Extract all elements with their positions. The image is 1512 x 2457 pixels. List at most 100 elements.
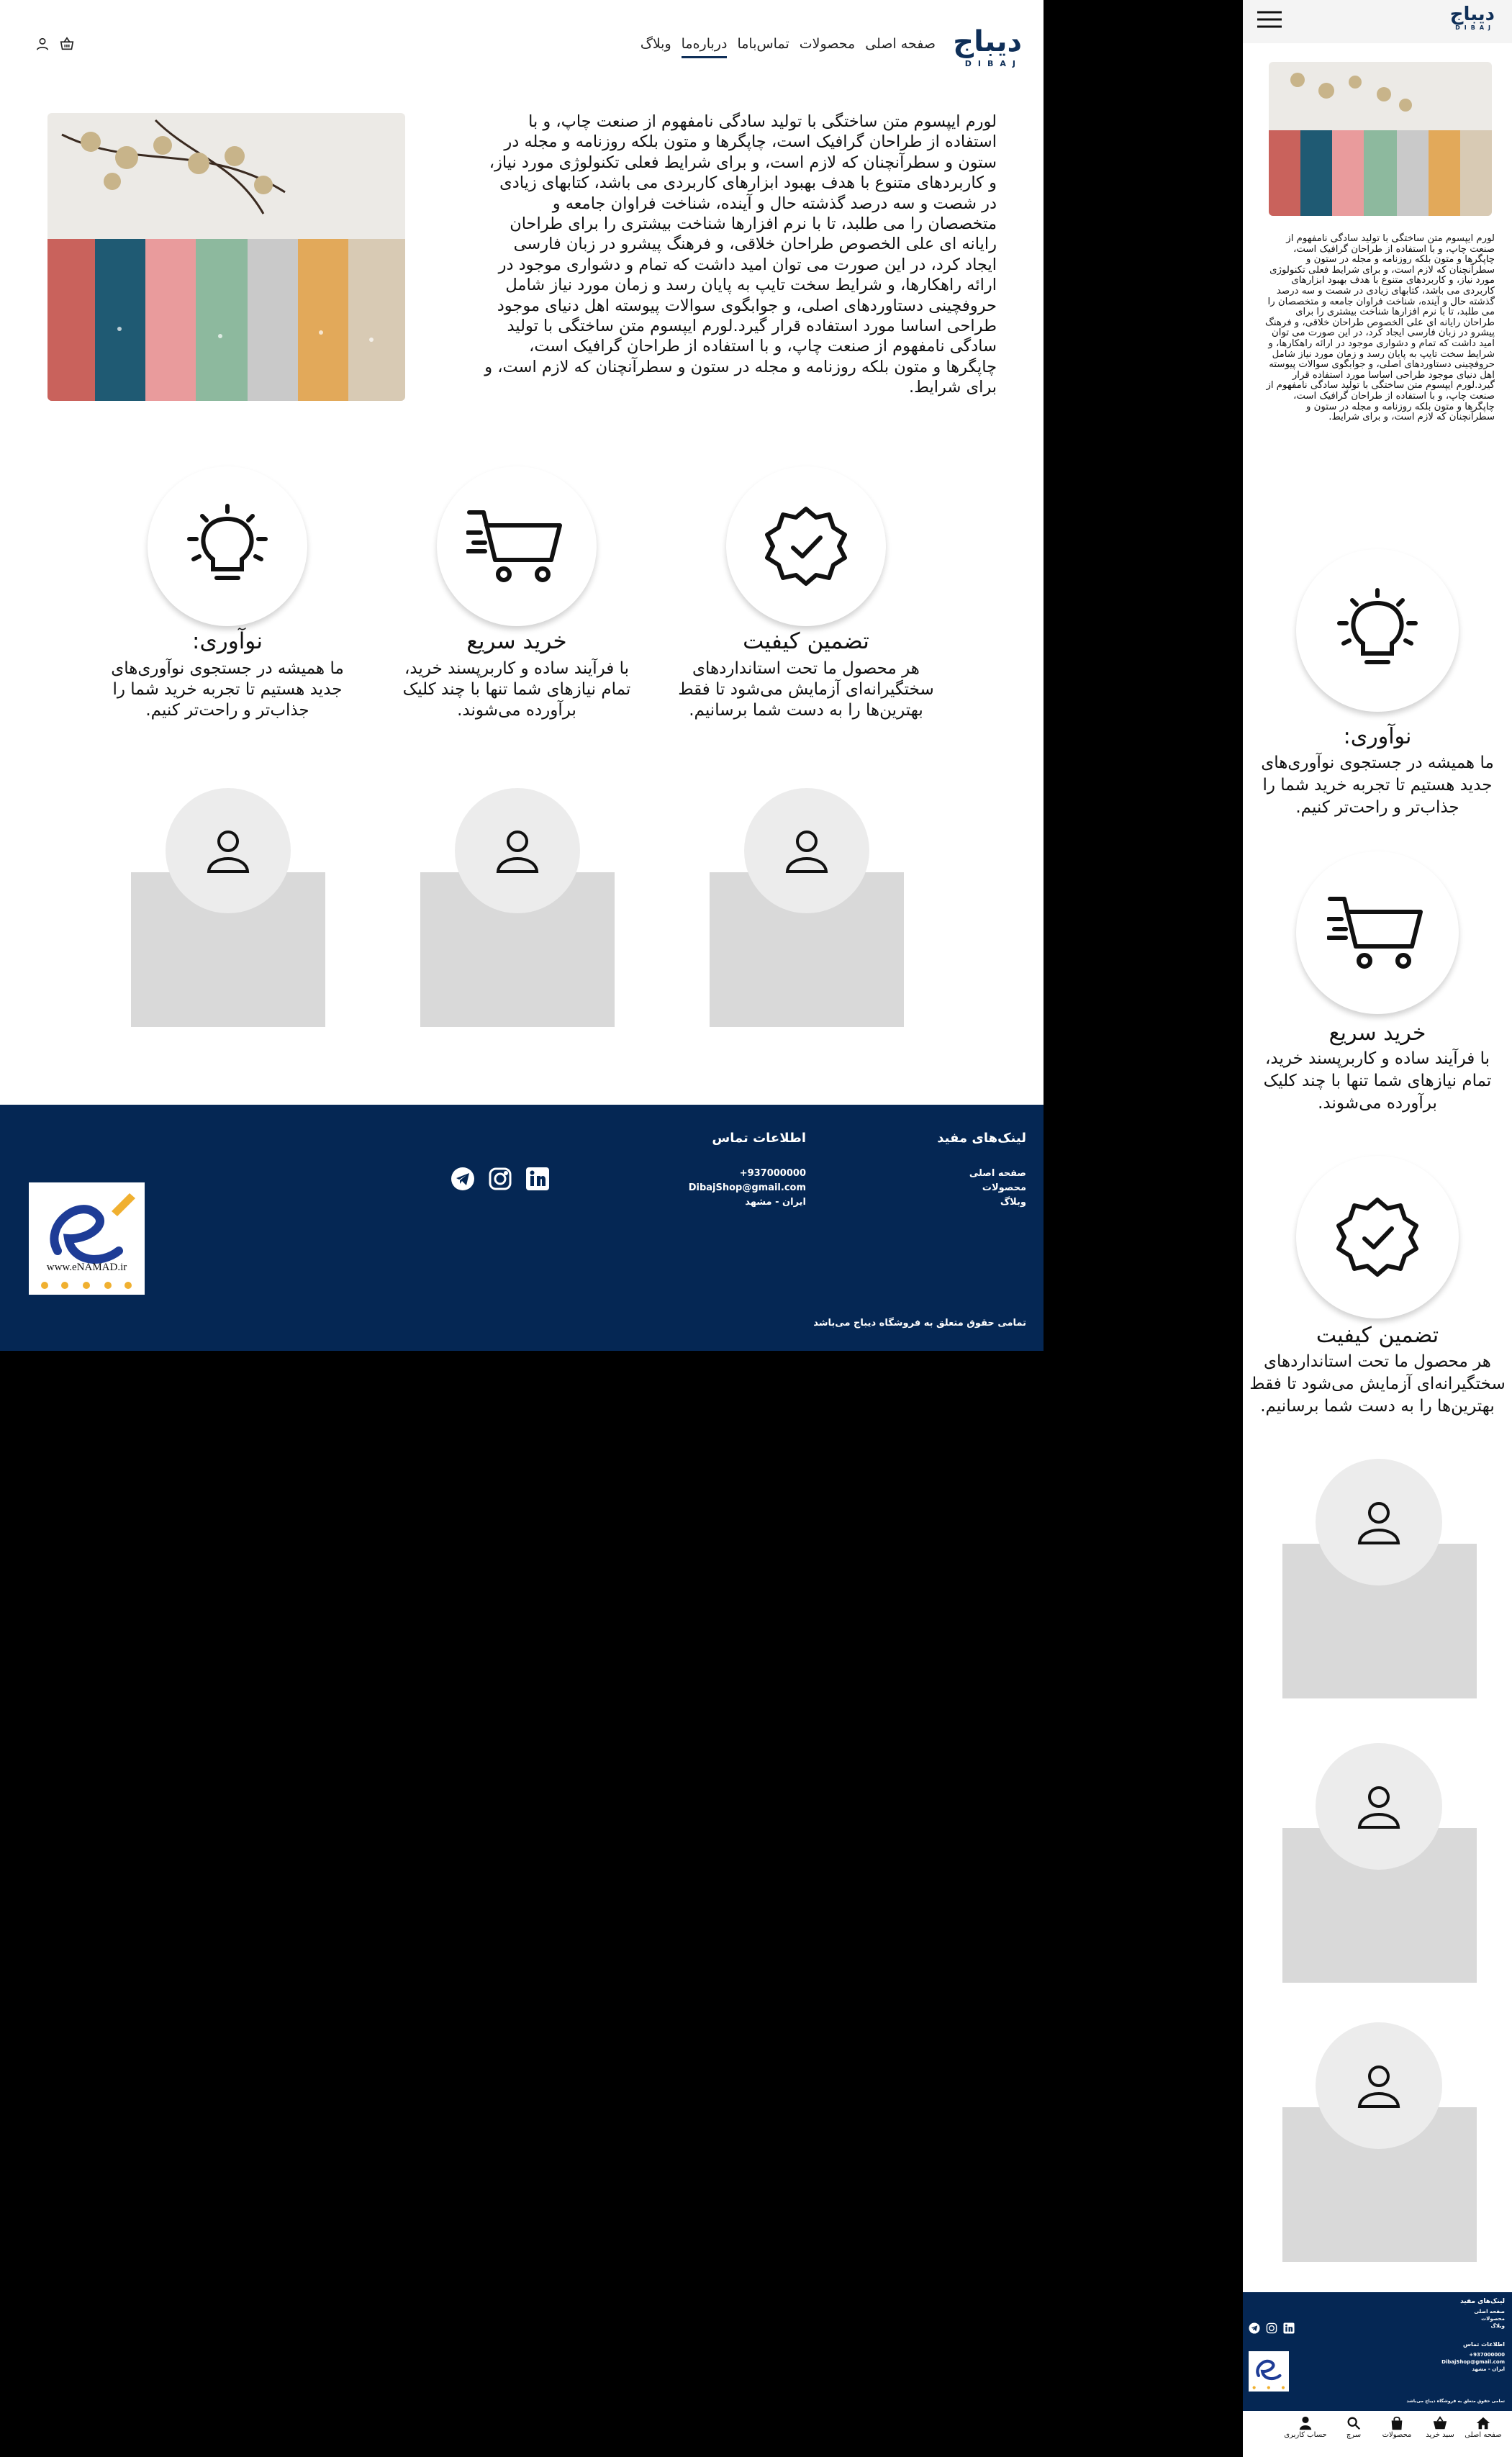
feature-innovation-circle bbox=[148, 466, 307, 626]
footer-link-home[interactable]: صفحه اصلی bbox=[969, 1167, 1026, 1181]
mobile-footer-email[interactable]: DibajShop@gmail.com bbox=[1441, 2358, 1505, 2366]
bottom-nav-search-label: سرچ bbox=[1346, 2431, 1362, 2439]
cart-icon bbox=[1327, 893, 1428, 972]
feature-fast-circle bbox=[437, 466, 597, 626]
person-icon bbox=[782, 825, 832, 876]
person-icon bbox=[1354, 1497, 1404, 1547]
feature-innovation-desc: ما همیشه در جستجوی نوآوری‌های جدید هستیم… bbox=[111, 659, 344, 720]
nav-item-contact[interactable]: تماس‌باما bbox=[737, 36, 789, 58]
feature-quality-title: تضمین کیفیت bbox=[743, 628, 869, 654]
mobile-enamad-logo[interactable] bbox=[1249, 2351, 1289, 2392]
cart-icon bbox=[466, 507, 567, 586]
mobile-page: دیباج DIBAJ لورم ایپسوم متن ساختگی با تو… bbox=[1243, 0, 1512, 2457]
mobile-footer-contact-title: اطلاعات تماس bbox=[1462, 2341, 1505, 2348]
nav-item-home[interactable]: صفحه اصلی bbox=[865, 36, 936, 58]
bottom-nav-cart[interactable]: سبد خرید bbox=[1418, 2415, 1462, 2439]
linkedin-icon[interactable] bbox=[525, 1167, 550, 1191]
mobile-copyright: تمامی حقوق متعلق به فروشگاه دیباج می‌باش… bbox=[1406, 2399, 1505, 2404]
lightbulb-icon bbox=[1331, 587, 1424, 674]
mobile-feature-innovation-circle bbox=[1296, 549, 1459, 712]
enamad-text: www.eNAMAD.ir bbox=[46, 1262, 127, 1273]
quality-badge-icon bbox=[763, 503, 849, 589]
footer-links-title: لینک‌های مفید bbox=[937, 1131, 1026, 1146]
mobile-footer-phone[interactable]: +937000000 bbox=[1441, 2351, 1505, 2358]
telegram-icon[interactable] bbox=[451, 1167, 475, 1191]
bottom-nav-cart-label: سبد خرید bbox=[1426, 2431, 1454, 2439]
feature-fast-desc: با فرآیند ساده و کاربرپسند خرید، تمام نی… bbox=[402, 659, 631, 720]
mobile-footer-links: صفحه اصلی محصولات وبلاگ bbox=[1474, 2308, 1505, 2330]
footer-link-products[interactable]: محصولات bbox=[969, 1181, 1026, 1195]
mobile-footer-address: ایران - مشهد bbox=[1472, 2366, 1505, 2372]
desktop-header: دیباج DIBAJ صفحه اصلی محصولات تماس‌باما … bbox=[0, 16, 1044, 68]
instagram-icon[interactable] bbox=[488, 1167, 512, 1191]
mobile-bottom-nav: صفحه اصلی سبد خرید محصولات سرچ حساب کارب… bbox=[1243, 2411, 1512, 2457]
bottom-nav-home[interactable]: صفحه اصلی bbox=[1462, 2415, 1505, 2439]
mobile-brand-logo[interactable]: دیباج DIBAJ bbox=[1450, 4, 1495, 31]
bottom-nav-products-label: محصولات bbox=[1382, 2431, 1412, 2439]
footer-phone[interactable]: +937000000 bbox=[689, 1167, 806, 1181]
bottom-nav-search[interactable]: سرچ bbox=[1332, 2415, 1375, 2439]
mobile-brand-fa: دیباج bbox=[1449, 4, 1495, 25]
bottom-nav-account[interactable]: حساب کاربری bbox=[1280, 2415, 1331, 2439]
copyright: تمامی حقوق متعلق به فروشگاه دیباج می‌باش… bbox=[813, 1318, 1026, 1329]
person-icon bbox=[492, 825, 543, 876]
mobile-feature-quality-desc: هر محصول ما تحت استانداردهای سختگیرانه‌ا… bbox=[1249, 1352, 1506, 1416]
mobile-footer-contact: +937000000 DibajShop@gmail.com ایران - م… bbox=[1441, 2351, 1505, 2373]
footer-contact-title: اطلاعات تماس bbox=[712, 1131, 806, 1146]
basket-icon[interactable] bbox=[59, 36, 75, 52]
mobile-footer: لینک‌های مفید صفحه اصلی محصولات وبلاگ اط… bbox=[1243, 2292, 1512, 2411]
person-icon bbox=[1354, 2060, 1404, 2111]
desktop-footer: لینک‌های مفید صفحه اصلی محصولات وبلاگ اط… bbox=[0, 1105, 1044, 1351]
mobile-footer-links-title: لینک‌های مفید bbox=[1460, 2298, 1505, 2305]
mobile-footer-link-blog[interactable]: وبلاگ bbox=[1474, 2322, 1505, 2330]
nav-item-blog[interactable]: وبلاگ bbox=[640, 36, 671, 58]
desktop-page: دیباج DIBAJ صفحه اصلی محصولات تماس‌باما … bbox=[0, 0, 1044, 1351]
mobile-feature-innovation-title: نوآوری: bbox=[1343, 724, 1412, 749]
mobile-brand-en: DIBAJ bbox=[1455, 24, 1495, 31]
brand-name-fa: دیباج bbox=[953, 25, 1022, 58]
nav-item-about[interactable]: درباره‌ما bbox=[681, 36, 728, 58]
telegram-icon[interactable] bbox=[1249, 2322, 1260, 2334]
nav-item-products[interactable]: محصولات bbox=[800, 36, 855, 58]
instagram-icon[interactable] bbox=[1266, 2322, 1277, 2334]
enamad-logo[interactable]: www.eNAMAD.ir bbox=[29, 1182, 145, 1295]
footer-link-blog[interactable]: وبلاگ bbox=[969, 1195, 1026, 1210]
footer-address: ایران - مشهد bbox=[745, 1197, 806, 1208]
feature-quality-desc: هر محصول ما تحت استانداردهای سختگیرانه‌ا… bbox=[678, 659, 934, 720]
mobile-feature-fast-circle bbox=[1296, 851, 1459, 1014]
header-actions bbox=[35, 36, 75, 52]
person-icon bbox=[203, 825, 253, 876]
team-avatar bbox=[166, 788, 291, 913]
brand-logo[interactable]: دیباج DIBAJ bbox=[953, 27, 1022, 68]
about-text: لورم ایپسوم متن ساختگی با تولید سادگی نا… bbox=[484, 112, 997, 397]
search-icon bbox=[1332, 2415, 1375, 2431]
bottom-nav-products[interactable]: محصولات bbox=[1375, 2415, 1418, 2439]
mobile-feature-quality-title: تضمین کیفیت bbox=[1316, 1323, 1439, 1348]
hamburger-icon[interactable] bbox=[1257, 10, 1282, 29]
mobile-header: دیباج DIBAJ bbox=[1243, 0, 1512, 43]
team-avatar bbox=[1316, 2022, 1442, 2149]
mobile-feature-fast-title: خرید سریع bbox=[1328, 1021, 1426, 1046]
team-avatar bbox=[1316, 1459, 1442, 1585]
mobile-feature-fast-desc: با فرآیند ساده و کاربرپسند خرید، تمام نی… bbox=[1263, 1049, 1492, 1113]
footer-email[interactable]: DibajShop@gmail.com bbox=[689, 1181, 806, 1195]
mobile-about-text: لورم ایپسوم متن ساختگی با تولید سادگی نا… bbox=[1264, 233, 1495, 423]
user-icon[interactable] bbox=[35, 36, 50, 52]
bag-icon bbox=[1375, 2415, 1418, 2431]
mobile-footer-link-products[interactable]: محصولات bbox=[1474, 2315, 1505, 2322]
brand-name-en: DIBAJ bbox=[964, 59, 1022, 68]
mobile-about-image bbox=[1269, 62, 1492, 216]
home-icon bbox=[1462, 2415, 1505, 2431]
footer-links: صفحه اصلی محصولات وبلاگ bbox=[969, 1167, 1026, 1210]
team-avatar bbox=[1316, 1743, 1442, 1870]
quality-badge-icon bbox=[1334, 1194, 1421, 1280]
user-icon bbox=[1280, 2415, 1331, 2431]
bottom-nav-home-label: صفحه اصلی bbox=[1465, 2431, 1502, 2439]
feature-fast-title: خرید سریع bbox=[466, 628, 567, 654]
mobile-footer-link-home[interactable]: صفحه اصلی bbox=[1474, 2308, 1505, 2315]
mobile-social-links bbox=[1249, 2322, 1295, 2334]
linkedin-icon[interactable] bbox=[1283, 2322, 1295, 2334]
main-menu: صفحه اصلی محصولات تماس‌باما درباره‌ما وب… bbox=[640, 36, 936, 58]
feature-innovation-title: نوآوری: bbox=[192, 628, 263, 654]
team-avatar bbox=[455, 788, 580, 913]
